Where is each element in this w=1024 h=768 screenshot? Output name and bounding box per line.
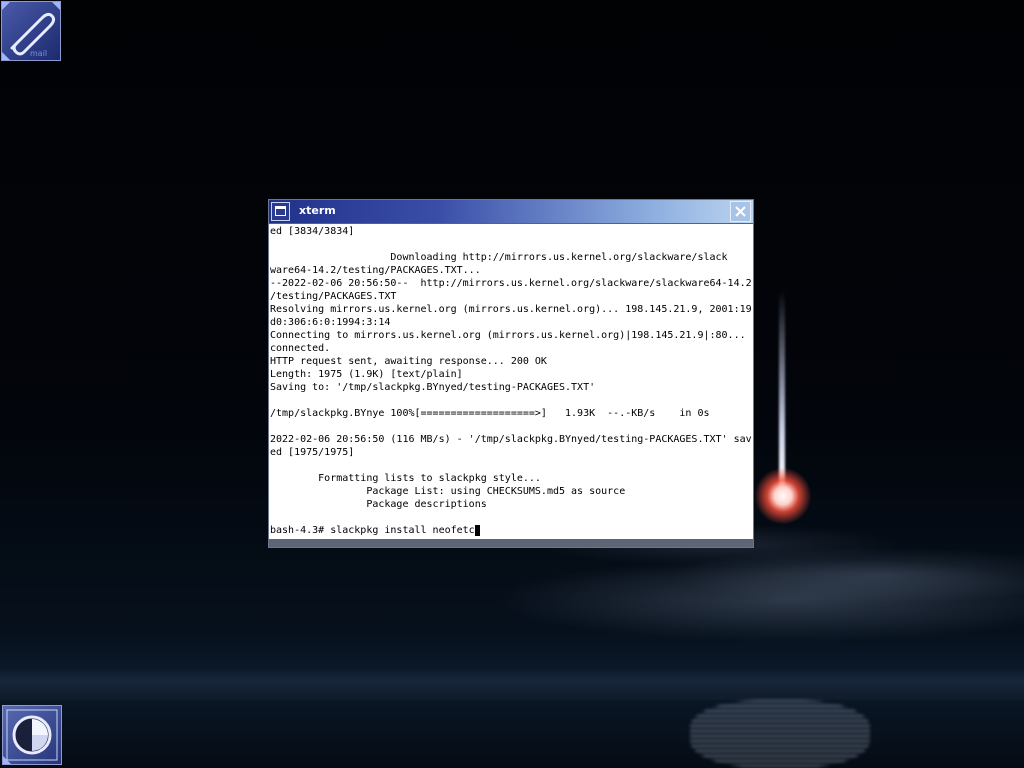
clock-icon[interactable] [2,705,62,765]
sea-reflection [690,700,870,768]
terminal-line: ware64-14.2/testing/PACKAGES.TXT... [270,265,481,276]
terminal-line: connected. [270,343,331,354]
terminal-line: /testing/PACKAGES.TXT [270,291,397,302]
text-cursor [474,525,480,536]
window-bottom-border [269,539,753,547]
terminal-output[interactable]: ed [3834/3834] Downloading http://mirror… [270,225,753,539]
horizon [0,668,1024,700]
terminal-line: Package descriptions [270,499,487,510]
close-icon[interactable] [730,201,751,222]
window-titlebar[interactable]: xterm [269,200,753,224]
terminal-line: --2022-02-06 20:56:50-- http://mirrors.u… [270,278,752,289]
light-glow [755,468,811,524]
terminal-prompt: bash-4.3# slackpkg install neofetc [270,525,475,536]
terminal-line: 2022-02-06 20:56:50 (116 MB/s) - '/tmp/s… [270,434,752,445]
terminal-line: Connecting to mirrors.us.kernel.org (mir… [270,330,746,341]
terminal-line: Downloading http://mirrors.us.kernel.org… [270,252,728,263]
terminal-line: Package List: using CHECKSUMS.md5 as sou… [270,486,626,497]
clock-face-icon [3,709,58,764]
terminal-line: /tmp/slackpkg.BYnye 100%[===============… [270,408,710,419]
terminal-line: ed [3834/3834] [270,226,355,237]
mail-icon[interactable]: mail [1,1,61,61]
terminal-line: Resolving mirrors.us.kernel.org (mirrors… [270,304,752,315]
window-menu-icon[interactable] [271,202,290,221]
paperclip-icon: mail [2,2,60,60]
mail-icon-label: mail [30,49,47,58]
xterm-window[interactable]: xterm ed [3834/3834] Downloading http://… [268,199,754,548]
light-beam [779,290,785,490]
terminal-line: ed [1975/1975] [270,447,355,458]
terminal-prompt-line[interactable]: bash-4.3# slackpkg install neofetc [270,524,753,537]
terminal-line: Saving to: '/tmp/slackpkg.BYnyed/testing… [270,382,596,393]
terminal-line: HTTP request sent, awaiting response... … [270,356,547,367]
window-title: xterm [299,204,336,217]
terminal-line: Length: 1975 (1.9K) [text/plain] [270,369,463,380]
terminal-line: Formatting lists to slackpkg style... [270,473,541,484]
terminal-line: d0:306:6:0:1994:3:14 [270,317,391,328]
terminal-text: ed [3834/3834] Downloading http://mirror… [270,225,753,524]
